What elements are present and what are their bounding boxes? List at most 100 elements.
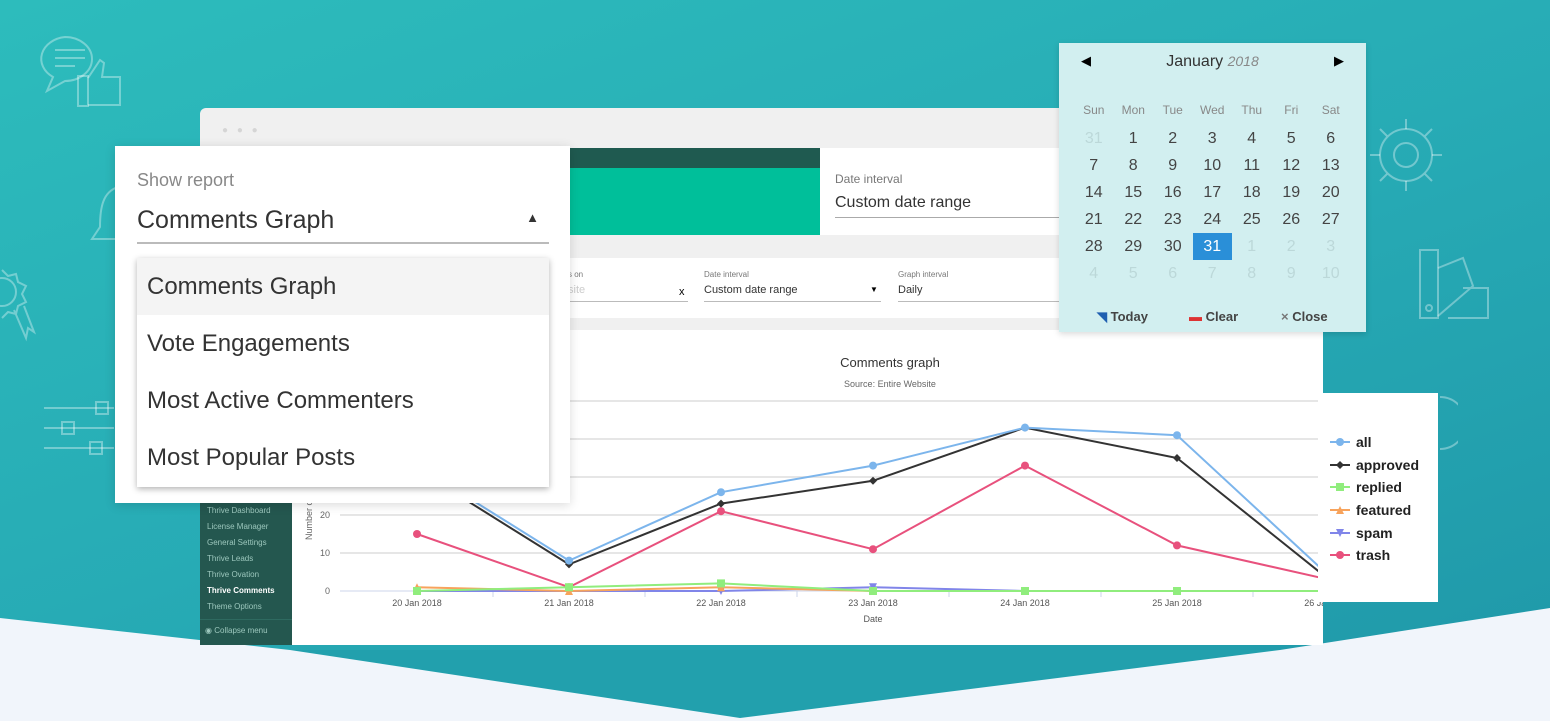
calendar-day[interactable]: 10 bbox=[1311, 260, 1351, 287]
graph-interval-select[interactable]: Daily bbox=[898, 284, 1060, 302]
clear-button[interactable]: ▬ Clear bbox=[1189, 309, 1238, 324]
calendar-day[interactable]: 31 bbox=[1074, 125, 1114, 152]
sidebar-item[interactable]: Thrive Dashboard bbox=[200, 503, 292, 519]
legend-label: spam bbox=[1356, 524, 1393, 541]
report-select[interactable]: Comments Graph ▲ bbox=[137, 206, 549, 244]
data-point bbox=[1336, 438, 1344, 447]
window-controls: ● ● ● bbox=[222, 125, 261, 136]
calendar-day[interactable]: 21 bbox=[1074, 206, 1114, 233]
legend-item-approved[interactable]: approved bbox=[1318, 454, 1438, 477]
calendar-day[interactable]: 2 bbox=[1272, 233, 1312, 260]
data-point bbox=[1021, 423, 1029, 432]
calendar-day[interactable]: 1 bbox=[1232, 233, 1272, 260]
calendar-day[interactable]: 6 bbox=[1311, 125, 1351, 152]
calendar-day[interactable]: 15 bbox=[1114, 179, 1154, 206]
close-button[interactable]: × Close bbox=[1281, 309, 1328, 324]
calendar-day[interactable]: 26 bbox=[1272, 206, 1312, 233]
calendar-day[interactable]: 5 bbox=[1114, 260, 1154, 287]
calendar-day[interactable]: 5 bbox=[1272, 125, 1312, 152]
calendar-day[interactable]: 2 bbox=[1153, 125, 1193, 152]
calendar-day[interactable]: 8 bbox=[1232, 260, 1272, 287]
source-input[interactable]: site bbox=[568, 284, 688, 302]
report-options-menu: Comments Graph Vote Engagements Most Activ… bbox=[137, 258, 549, 487]
calendar-day[interactable]: 31 bbox=[1192, 233, 1232, 260]
sidebar-item[interactable]: License Manager bbox=[200, 519, 292, 535]
legend-item-trash[interactable]: trash bbox=[1318, 544, 1438, 567]
x-tick-label: 20 Jan 2018 bbox=[392, 598, 442, 608]
sidebar-item[interactable]: Theme Options bbox=[200, 599, 292, 615]
calendar-day[interactable]: 23 bbox=[1153, 206, 1193, 233]
calendar-day[interactable]: 22 bbox=[1114, 206, 1154, 233]
circle-icon bbox=[1439, 396, 1458, 450]
sidebar-item[interactable]: Thrive Ovation bbox=[200, 567, 292, 583]
sidebar-item[interactable]: Thrive Leads bbox=[200, 551, 292, 567]
calendar-day[interactable]: 28 bbox=[1074, 233, 1114, 260]
calendar-day[interactable]: 3 bbox=[1311, 233, 1351, 260]
calendar-day[interactable]: 20 bbox=[1311, 179, 1351, 206]
filter-date-interval-label: Date interval bbox=[704, 270, 749, 279]
calendar-day[interactable]: 7 bbox=[1074, 152, 1114, 179]
data-point bbox=[1336, 551, 1344, 560]
weekday-header: Wed bbox=[1200, 103, 1225, 117]
data-point bbox=[1021, 461, 1029, 470]
sidebar-item[interactable]: General Settings bbox=[200, 535, 292, 551]
report-option[interactable]: Comments Graph bbox=[137, 258, 549, 315]
report-option[interactable]: Most Active Commenters bbox=[137, 372, 549, 429]
data-point bbox=[1336, 483, 1344, 492]
calendar-day[interactable]: 9 bbox=[1272, 260, 1312, 287]
sidebar-item[interactable]: Thrive Comments bbox=[200, 583, 292, 599]
calendar-day[interactable]: 12 bbox=[1272, 152, 1312, 179]
series-spam bbox=[413, 583, 1323, 595]
calendar-day[interactable]: 24 bbox=[1193, 206, 1233, 233]
calendar-day[interactable]: 13 bbox=[1311, 152, 1351, 179]
legend-item-all[interactable]: all bbox=[1318, 431, 1438, 454]
legend-marker-icon bbox=[1330, 438, 1350, 447]
calendar-day[interactable]: 17 bbox=[1193, 179, 1233, 206]
legend-label: all bbox=[1356, 434, 1372, 451]
filter-date-interval-select[interactable]: Custom date range bbox=[704, 284, 881, 302]
source-clear-button[interactable]: x bbox=[679, 286, 685, 298]
today-button[interactable]: ◥ Today bbox=[1097, 309, 1148, 325]
collapse-icon: ◉ bbox=[205, 626, 212, 635]
calendar-day[interactable]: 25 bbox=[1232, 206, 1272, 233]
data-point bbox=[413, 587, 421, 595]
chart-title: Comments graph bbox=[840, 355, 940, 370]
data-point bbox=[869, 461, 877, 470]
calendar-day[interactable]: 1 bbox=[1114, 125, 1154, 152]
y-tick-label: 20 bbox=[320, 510, 330, 520]
calendar-day[interactable]: 3 bbox=[1193, 125, 1233, 152]
data-point bbox=[1173, 541, 1181, 550]
calendar-day[interactable]: 8 bbox=[1114, 152, 1154, 179]
calendar-day[interactable]: 7 bbox=[1193, 260, 1233, 287]
report-option[interactable]: Most Popular Posts bbox=[137, 429, 549, 486]
legend-item-featured[interactable]: featured bbox=[1318, 499, 1438, 522]
today-icon: ◥ bbox=[1097, 309, 1107, 324]
calendar-day[interactable]: 9 bbox=[1153, 152, 1193, 179]
calendar-day[interactable]: 11 bbox=[1232, 152, 1272, 179]
report-dropdown: Show report Comments Graph ▲ Comments Gr… bbox=[115, 146, 570, 503]
calendar-day[interactable]: 29 bbox=[1114, 233, 1154, 260]
x-tick-label: 25 Jan 2018 bbox=[1152, 598, 1202, 608]
data-point bbox=[717, 507, 725, 516]
data-point bbox=[565, 583, 573, 592]
calendar-day[interactable]: 14 bbox=[1074, 179, 1114, 206]
calendar-day[interactable]: 4 bbox=[1232, 125, 1272, 152]
date-interval-select[interactable]: Custom date range bbox=[835, 194, 1065, 218]
next-month-button[interactable]: ▶ bbox=[1334, 53, 1344, 69]
calendar-day[interactable]: 16 bbox=[1153, 179, 1193, 206]
calendar-day[interactable]: 4 bbox=[1074, 260, 1114, 287]
calendar-day[interactable]: 30 bbox=[1153, 233, 1193, 260]
legend-item-spam[interactable]: spam bbox=[1318, 521, 1438, 544]
legend-item-replied[interactable]: replied bbox=[1318, 476, 1438, 499]
calendar-day[interactable]: 10 bbox=[1193, 152, 1233, 179]
legend-marker-icon bbox=[1330, 506, 1350, 515]
collapse-menu-button[interactable]: ◉ Collapse menu bbox=[200, 619, 292, 635]
data-point bbox=[413, 530, 421, 538]
calendar-day[interactable]: 18 bbox=[1232, 179, 1272, 206]
calendar-day[interactable]: 27 bbox=[1311, 206, 1351, 233]
month-title: January 2018 bbox=[1166, 53, 1259, 70]
chart-legend: all approved replied featured spam trash bbox=[1318, 393, 1438, 602]
calendar-day[interactable]: 19 bbox=[1272, 179, 1312, 206]
calendar-day[interactable]: 6 bbox=[1153, 260, 1193, 287]
report-option[interactable]: Vote Engagements bbox=[137, 315, 549, 372]
